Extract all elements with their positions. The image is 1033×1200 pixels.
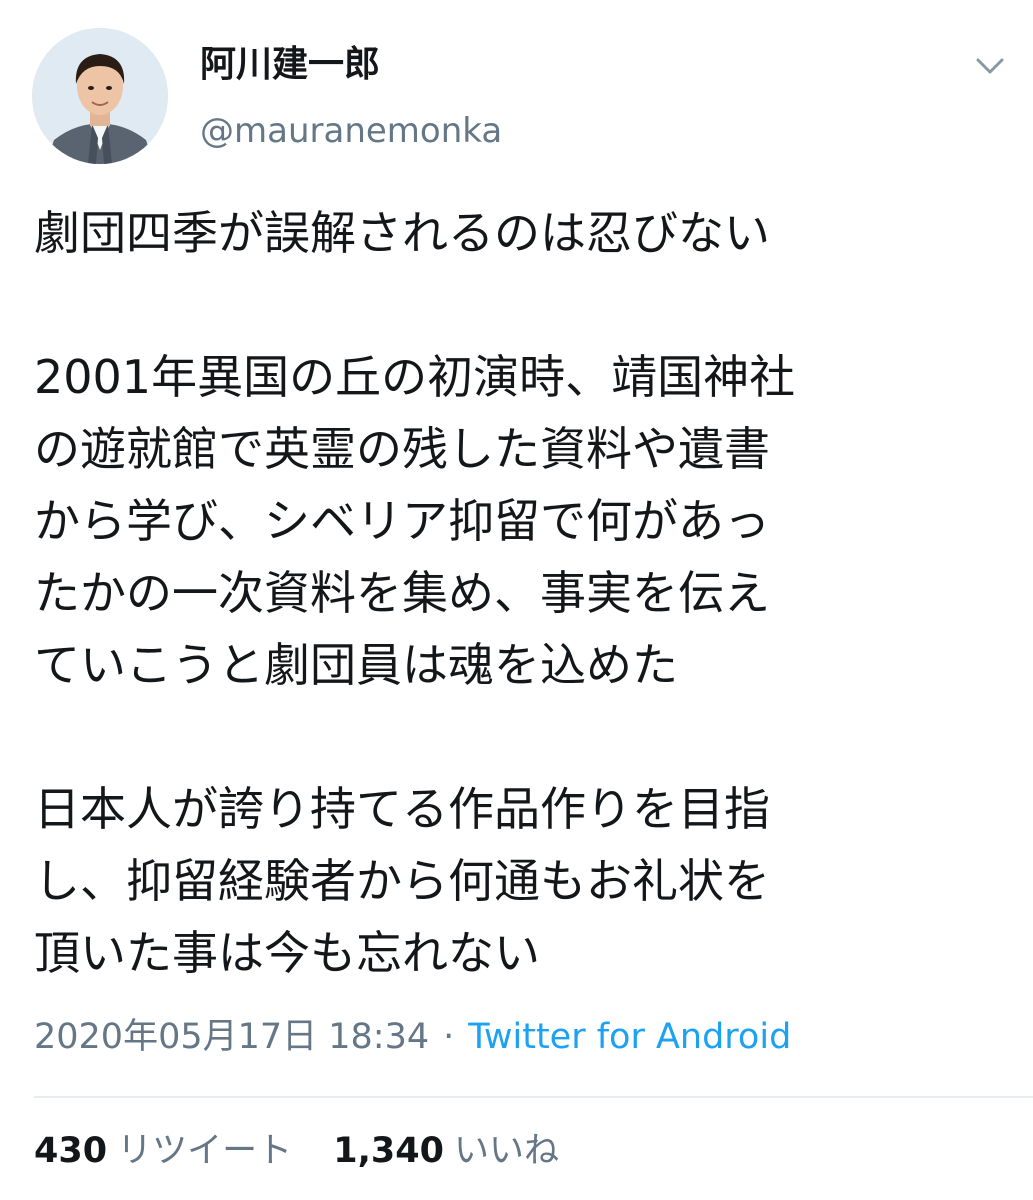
tweet-source-link[interactable]: Twitter for Android — [468, 1017, 791, 1057]
tweet-paragraph: 日本人が誇り持てる作品作りを目指 し、抑留経験者から何通もお礼状を 頂いた事は今… — [34, 773, 994, 989]
tweet-line: 2001年異国の丘の初演時、靖国神社 — [34, 350, 796, 404]
tweet-stats: 430 リツイート 1,340 いいね — [34, 1126, 589, 1176]
avatar[interactable] — [32, 28, 168, 164]
avatar-image — [32, 28, 168, 164]
tweet-line: から学び、シベリア抑留で何があっ — [34, 494, 770, 548]
tweet-meta: 2020年05月17日 18:34 · Twitter for Android — [34, 1012, 791, 1062]
tweet-line: 日本人が誇り持てる作品作りを目指 — [34, 782, 770, 836]
retweets-label: リツイート — [117, 1131, 293, 1171]
likes-stat[interactable]: 1,340 いいね — [333, 1126, 559, 1176]
tweet-text: 劇団四季が誤解されるのは忍びない 2001年異国の丘の初演時、靖国神社 の遊就館… — [34, 197, 994, 989]
author-handle[interactable]: @mauranemonka — [200, 108, 502, 154]
divider — [34, 1096, 1033, 1098]
tweet-paragraph: 2001年異国の丘の初演時、靖国神社 の遊就館で英霊の残した資料や遺書 から学び… — [34, 341, 994, 701]
meta-separator: · — [443, 1017, 455, 1057]
likes-label: いいね — [453, 1131, 559, 1171]
author-display-name[interactable]: 阿川建一郎 — [200, 40, 380, 90]
tweet-line: ていこうと劇団員は魂を込めた — [34, 638, 678, 692]
tweet-line: し、抑留経験者から何通もお礼状を — [34, 854, 770, 908]
tweet-line: の遊就館で英霊の残した資料や遺書 — [34, 422, 770, 476]
retweets-stat[interactable]: 430 リツイート — [34, 1126, 292, 1176]
likes-count: 1,340 — [333, 1131, 444, 1171]
tweet-timestamp[interactable]: 2020年05月17日 18:34 — [34, 1017, 429, 1057]
tweet-paragraph: 劇団四季が誤解されるのは忍びない — [34, 197, 994, 269]
tweet-line: 劇団四季が誤解されるのは忍びない — [34, 206, 770, 260]
tweet-line: 頂いた事は今も忘れない — [34, 926, 540, 980]
tweet-card: 阿川建一郎 @mauranemonka 劇団四季が誤解されるのは忍びない 200… — [0, 0, 1033, 1200]
retweets-count: 430 — [34, 1131, 108, 1171]
chevron-down-icon[interactable] — [968, 48, 1012, 84]
tweet-line: たかの一次資料を集め、事実を伝え — [34, 566, 770, 620]
